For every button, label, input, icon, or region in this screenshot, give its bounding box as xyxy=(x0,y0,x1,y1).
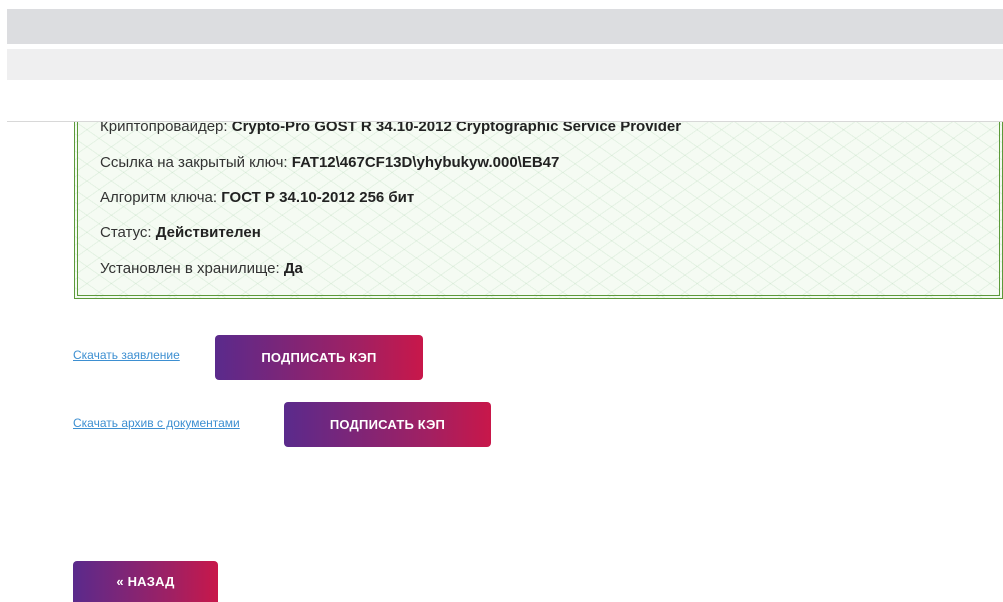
status-row: Статус: Действителен xyxy=(100,224,261,242)
algorithm-label: Алгоритм ключа: xyxy=(100,189,218,206)
divider xyxy=(7,121,1003,122)
sign-kep-archive-button[interactable]: ПОДПИСАТЬ КЭП xyxy=(284,402,491,447)
installed-row: Установлен в хранилище: Да xyxy=(100,260,303,278)
installed-value: Да xyxy=(283,260,303,277)
status-label: Статус: xyxy=(100,224,152,241)
private-key-value: FAT12\467CF13D\yhybukyw.000\EB47 xyxy=(291,154,560,171)
certificate-info-card: Криптопровайдер: Crypto-Pro GOST R 34.10… xyxy=(74,100,1003,299)
download-application-link[interactable]: Скачать заявление xyxy=(73,348,180,362)
scroll-clip-overlay xyxy=(7,80,1003,121)
subheader-bar xyxy=(7,49,1003,80)
algorithm-row: Алгоритм ключа: ГОСТ Р 34.10-2012 256 би… xyxy=(100,189,414,207)
installed-label: Установлен в хранилище: xyxy=(100,260,280,277)
back-button[interactable]: « НАЗАД xyxy=(73,561,218,602)
sign-kep-button[interactable]: ПОДПИСАТЬ КЭП xyxy=(215,335,423,380)
private-key-row: Ссылка на закрытый ключ: FAT12\467CF13D\… xyxy=(100,154,559,172)
header-bar xyxy=(7,9,1003,44)
download-archive-link[interactable]: Скачать архив с документами xyxy=(73,416,240,430)
private-key-label: Ссылка на закрытый ключ: xyxy=(100,154,288,171)
status-value: Действителен xyxy=(155,224,261,241)
algorithm-value: ГОСТ Р 34.10-2012 256 бит xyxy=(221,189,415,206)
